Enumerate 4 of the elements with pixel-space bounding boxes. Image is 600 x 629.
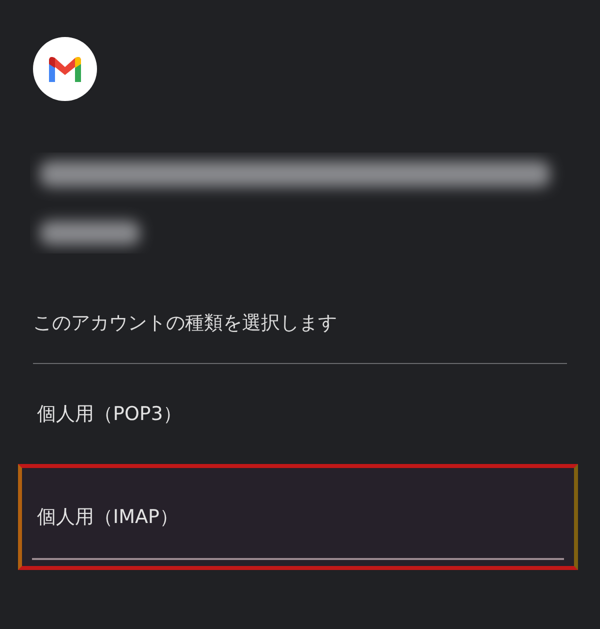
- mail-logo-icon: [33, 37, 97, 101]
- highlighted-option[interactable]: 個人用（IMAP）: [18, 464, 578, 570]
- section-heading: このアカウントの種類を選択します: [33, 311, 338, 336]
- account-type-option[interactable]: 個人用（POP3）: [18, 374, 578, 454]
